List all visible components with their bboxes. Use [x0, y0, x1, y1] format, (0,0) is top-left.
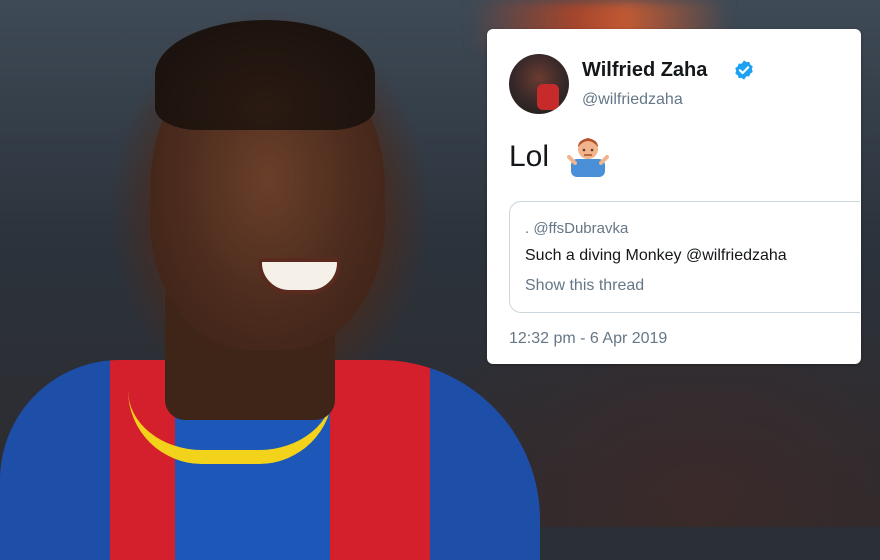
avatar[interactable] [509, 54, 569, 114]
player-hair [155, 20, 375, 130]
man-shrugging-icon [567, 138, 609, 177]
tweet-text: Lol [509, 140, 550, 173]
quoted-author[interactable]: . @ffsDubravka [525, 220, 628, 237]
tweet-timestamp[interactable]: 12:32 pm - 6 Apr 2019 [509, 330, 667, 348]
user-handle[interactable]: @wilfriedzaha [582, 91, 683, 109]
tweet-card: Wilfried Zaha @wilfriedzaha Lol . @ffsDu… [487, 29, 861, 364]
display-name[interactable]: Wilfried Zaha [582, 59, 707, 82]
quoted-tweet[interactable]: . @ffsDubravka Such a diving Monkey @wil… [509, 201, 860, 313]
show-thread-link[interactable]: Show this thread [525, 277, 644, 295]
quoted-text: Such a diving Monkey @wilfriedzaha [525, 247, 787, 264]
verified-badge-icon [735, 60, 753, 80]
